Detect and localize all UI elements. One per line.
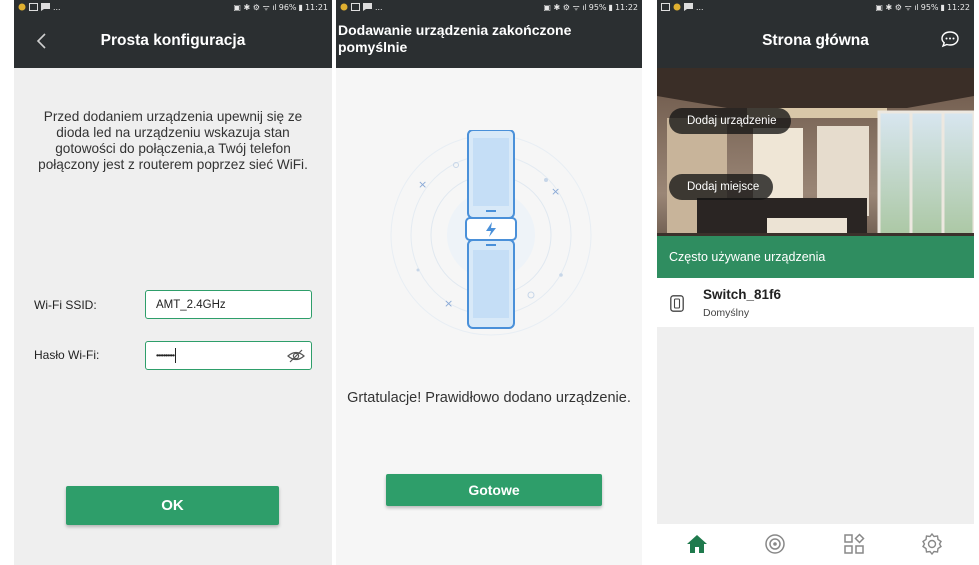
bottom-navigation bbox=[657, 524, 974, 565]
password-label: Hasło Wi-Fi: bbox=[34, 348, 100, 362]
ssid-label: Wi-Fi SSID: bbox=[34, 298, 97, 312]
setup-instructions: Przed dodaniem urządzenia upewnij się ze… bbox=[38, 109, 308, 172]
device-added-screen: ... ▣ ✱ ⚙ ᯤ ıl 95% ▮ 11:22 Dodawanie urz… bbox=[336, 0, 642, 565]
success-message: Grtatulacje! Prawidłowo dodano urządzeni… bbox=[347, 390, 631, 406]
home-icon[interactable] bbox=[685, 532, 709, 556]
message-notification-icon bbox=[684, 3, 693, 11]
more-notifications: ... bbox=[53, 2, 61, 12]
frequent-devices-header: Często używane urządzenia bbox=[657, 236, 974, 278]
home-screen: ... ▣ ✱ ⚙ ᯤ ıl 95% ▮ 11:22 Strona główna bbox=[657, 0, 974, 565]
chat-bubble-icon[interactable] bbox=[940, 29, 960, 49]
devices-grid-icon[interactable] bbox=[842, 532, 866, 556]
switch-device-icon bbox=[670, 295, 684, 312]
page-title: Prosta konfiguracja bbox=[100, 32, 246, 49]
add-device-button[interactable]: Dodaj urządzenie bbox=[669, 108, 791, 134]
message-notification-icon bbox=[41, 3, 50, 11]
app-notification-icon bbox=[673, 3, 681, 11]
device-name: Switch_81f6 bbox=[703, 287, 782, 302]
battery-level: 95% bbox=[920, 2, 939, 12]
screenshot-collage: ... ▣ ✱ ⚙ ᯤ ıl 96% ▮ 11:21 Prosta konfig… bbox=[0, 0, 979, 565]
gallery-notification-icon bbox=[661, 3, 670, 11]
app-notification-icon bbox=[18, 3, 26, 11]
svg-text:×: × bbox=[444, 297, 453, 310]
settings-gear-icon[interactable] bbox=[920, 532, 944, 556]
status-bar: ... ▣ ✱ ⚙ ᯤ ıl 95% ▮ 11:22 bbox=[657, 0, 974, 14]
gallery-notification-icon bbox=[351, 3, 360, 11]
scene-icon[interactable] bbox=[763, 532, 787, 556]
ssid-value: AMT_2.4GHz bbox=[156, 298, 226, 311]
message-notification-icon bbox=[363, 3, 372, 11]
battery-icon: ▮ bbox=[298, 2, 303, 12]
add-place-button[interactable]: Dodaj miejsce bbox=[669, 174, 774, 200]
password-value: •••••••••• bbox=[156, 351, 175, 360]
more-notifications: ... bbox=[696, 2, 704, 12]
clock: 11:22 bbox=[946, 2, 970, 12]
hidden-eye-icon[interactable] bbox=[287, 348, 305, 364]
status-bar: ... ▣ ✱ ⚙ ᯤ ıl 95% ▮ 11:22 bbox=[336, 0, 642, 14]
battery-level: 95% bbox=[588, 2, 607, 12]
app-bar: Prosta konfiguracja bbox=[14, 14, 332, 68]
app-bar: Dodawanie urządzenia zakończone pomyślni… bbox=[336, 14, 642, 68]
svg-text:×: × bbox=[418, 178, 427, 191]
system-status: ▣ ✱ ⚙ ᯤ ıl 96% ▮ 11:21 bbox=[233, 2, 328, 13]
system-status: ▣ ✱ ⚙ ᯤ ıl 95% ▮ 11:22 bbox=[875, 2, 970, 13]
status-icons: ▣ ✱ ⚙ ᯤ ıl bbox=[875, 2, 919, 12]
text-cursor bbox=[175, 348, 177, 363]
notification-icons: ... bbox=[340, 2, 383, 12]
battery-icon: ▮ bbox=[608, 2, 613, 12]
clock: 11:22 bbox=[614, 2, 638, 12]
ssid-input[interactable]: AMT_2.4GHz bbox=[145, 290, 312, 319]
page-title: Strona główna bbox=[762, 32, 869, 49]
notification-icons: ... bbox=[661, 2, 704, 12]
device-list-item[interactable]: Switch_81f6 Domyślny bbox=[657, 278, 974, 327]
home-banner: Dodaj urządzenie Dodaj miejsce Często uż… bbox=[657, 68, 974, 278]
simple-setup-screen: ... ▣ ✱ ⚙ ᯤ ıl 96% ▮ 11:21 Prosta konfig… bbox=[14, 0, 332, 565]
notification-icons: ... bbox=[18, 2, 61, 12]
status-icons: ▣ ✱ ⚙ ᯤ ıl bbox=[233, 2, 277, 12]
ok-button[interactable]: OK bbox=[66, 486, 279, 525]
page-title: Dodawanie urządzenia zakończone pomyślni… bbox=[338, 22, 572, 55]
system-status: ▣ ✱ ⚙ ᯤ ıl 95% ▮ 11:22 bbox=[543, 2, 638, 13]
clock: 11:21 bbox=[304, 2, 328, 12]
status-bar: ... ▣ ✱ ⚙ ᯤ ıl 96% ▮ 11:21 bbox=[14, 0, 332, 14]
status-icons: ▣ ✱ ⚙ ᯤ ıl bbox=[543, 2, 587, 12]
battery-level: 96% bbox=[278, 2, 297, 12]
done-button[interactable]: Gotowe bbox=[386, 474, 602, 506]
password-input[interactable]: •••••••••• bbox=[145, 341, 312, 370]
gallery-notification-icon bbox=[29, 3, 38, 11]
battery-icon: ▮ bbox=[940, 2, 945, 12]
app-notification-icon bbox=[340, 3, 348, 11]
app-bar: Strona główna bbox=[657, 14, 974, 68]
svg-text:×: × bbox=[551, 185, 560, 198]
device-room: Domyślny bbox=[703, 307, 750, 319]
more-notifications: ... bbox=[375, 2, 383, 12]
phones-pairing-illustration: × × × bbox=[390, 130, 592, 336]
